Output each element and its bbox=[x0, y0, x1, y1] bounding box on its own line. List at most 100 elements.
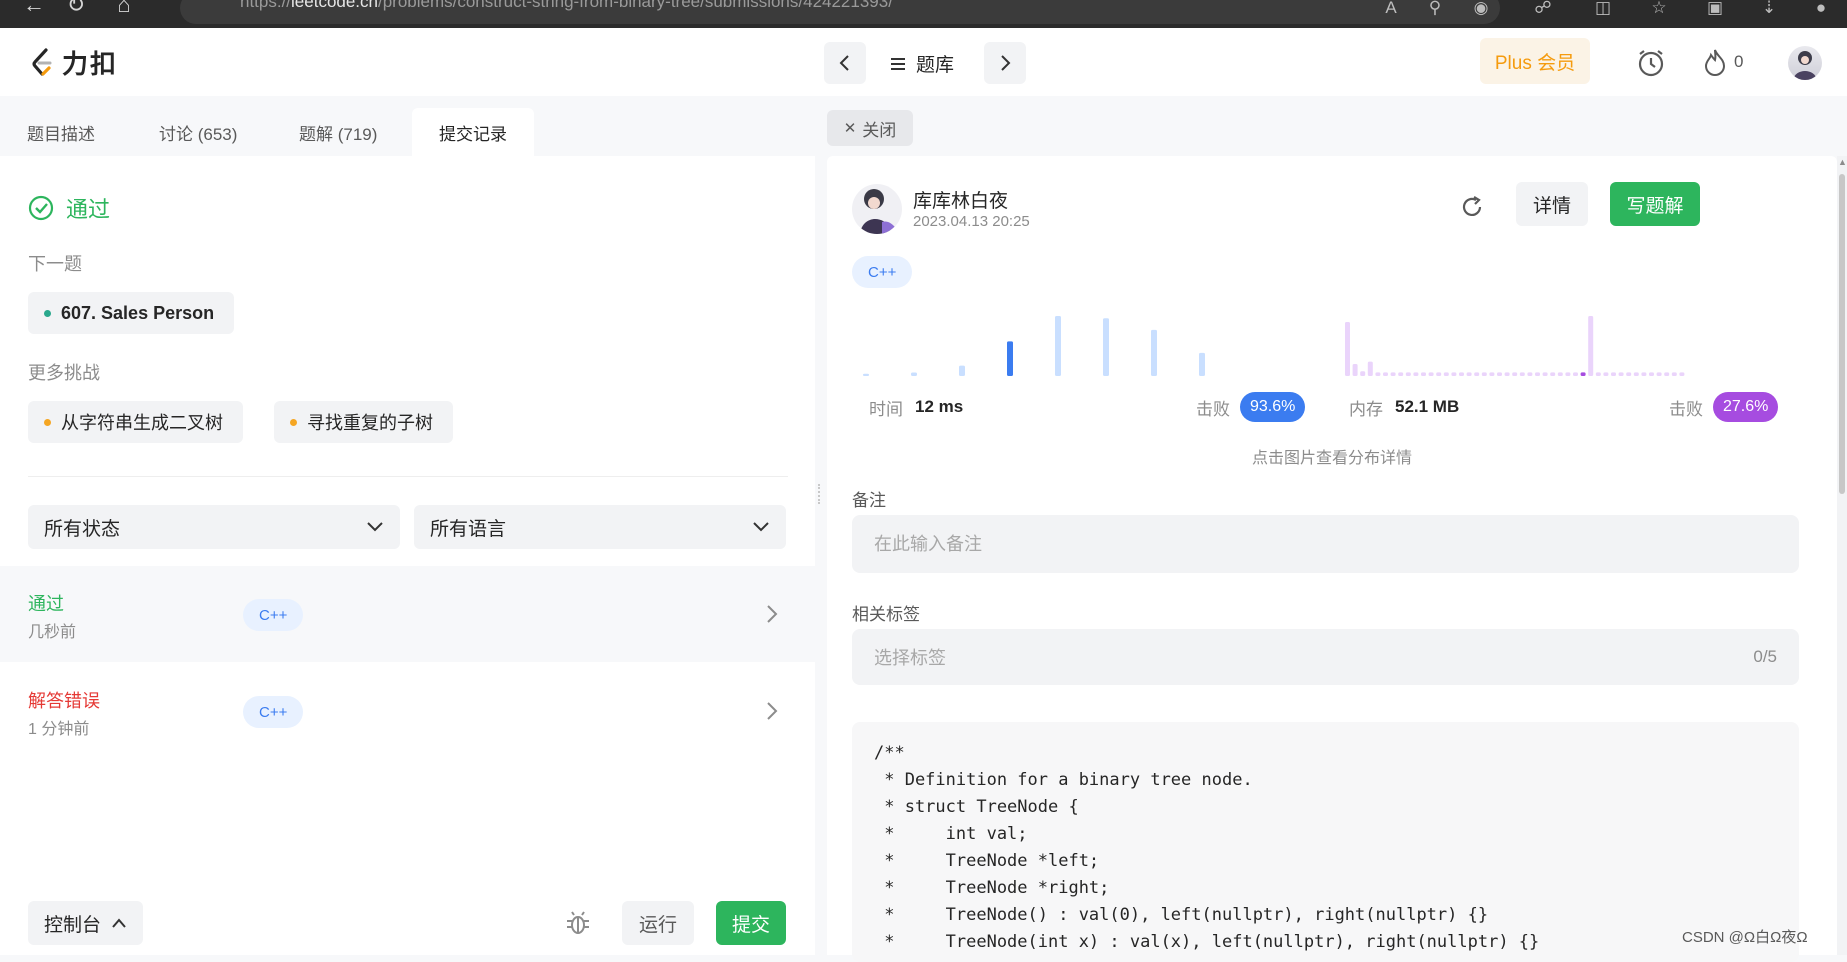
chevron-right-icon bbox=[767, 605, 778, 623]
tracking-icon[interactable]: ◉ bbox=[1470, 0, 1492, 20]
submitter-avatar bbox=[852, 184, 902, 234]
memory-distribution-chart[interactable] bbox=[1345, 308, 1715, 378]
distribution-bar bbox=[1436, 372, 1442, 376]
distribution-bar bbox=[1519, 372, 1525, 376]
difficulty-dot bbox=[44, 309, 51, 317]
user-avatar[interactable] bbox=[1788, 46, 1822, 80]
status-filter-select[interactable]: 所有状态 bbox=[28, 505, 400, 549]
runtime-beat: 击败 93.6% bbox=[1196, 392, 1306, 422]
challenge-chip[interactable]: 从字符串生成二叉树 bbox=[28, 401, 243, 443]
distribution-bar bbox=[1535, 372, 1540, 376]
challenge-title: 从字符串生成二叉树 bbox=[61, 413, 223, 433]
downloads-icon[interactable]: ⇣ bbox=[1758, 0, 1780, 20]
distribution-bar bbox=[959, 365, 965, 376]
difficulty-dot bbox=[44, 418, 51, 426]
problem-bank-label: 题库 bbox=[916, 55, 955, 76]
chevron-left-icon bbox=[839, 55, 849, 71]
alarm-clock-icon[interactable] bbox=[1636, 48, 1666, 78]
submit-button[interactable]: 提交 bbox=[716, 901, 786, 945]
back-icon[interactable]: ← bbox=[14, 0, 54, 28]
profile-icon[interactable]: ● bbox=[1810, 0, 1832, 20]
language-filter-select[interactable]: 所有语言 bbox=[414, 505, 786, 549]
note-field[interactable] bbox=[852, 515, 1799, 573]
runtime-distribution-chart[interactable] bbox=[857, 308, 1227, 378]
address-url[interactable]: https://leetcode.cn/problems/construct-s… bbox=[240, 0, 893, 12]
scrollbar[interactable]: ▲ bbox=[1837, 156, 1847, 955]
tags-count: 0/5 bbox=[1753, 647, 1777, 666]
distribution-bar bbox=[1641, 372, 1647, 376]
beat-label: 击败 bbox=[1196, 399, 1230, 419]
distribution-bar bbox=[1611, 372, 1616, 376]
split-screen-icon[interactable]: ◫ bbox=[1592, 0, 1614, 20]
distribution-bar bbox=[863, 373, 869, 376]
drag-handle[interactable] bbox=[818, 484, 822, 504]
language-badge: C++ bbox=[243, 599, 304, 631]
prev-problem-button[interactable] bbox=[824, 42, 866, 84]
refresh-icon[interactable] bbox=[1458, 193, 1486, 221]
submission-row[interactable]: 解答错误 1 分钟前 C++ bbox=[0, 663, 815, 759]
tab-discussion[interactable]: 讨论 (653) bbox=[132, 108, 264, 156]
submission-row[interactable]: 通过 几秒前 C++ bbox=[0, 566, 815, 662]
submission-time: 1 分钟前 bbox=[28, 721, 90, 738]
tags-select[interactable]: 选择标签 0/5 bbox=[852, 629, 1799, 685]
next-problem-heading: 下一题 bbox=[28, 254, 82, 274]
panel-splitter[interactable] bbox=[815, 96, 827, 955]
distribution-bar bbox=[1451, 372, 1457, 376]
distribution-bar bbox=[1375, 372, 1381, 376]
chevron-right-icon bbox=[1001, 55, 1011, 71]
more-challenges-heading: 更多挑战 bbox=[28, 363, 100, 383]
distribution-bar bbox=[1573, 372, 1578, 376]
distribution-bar bbox=[1421, 372, 1426, 376]
distribution-bar bbox=[1633, 372, 1639, 376]
plus-member-button[interactable]: Plus 会员 bbox=[1480, 38, 1590, 84]
read-aloud-icon[interactable]: A bbox=[1380, 0, 1402, 20]
tab-submissions[interactable]: 提交记录 bbox=[412, 108, 534, 156]
distribution-bar bbox=[1489, 372, 1495, 376]
leetcode-logo[interactable]: 力扣 bbox=[30, 44, 118, 81]
distribution-bar bbox=[1618, 372, 1624, 376]
code-block[interactable]: /** * Definition for a binary tree node.… bbox=[852, 722, 1799, 962]
avatar-image bbox=[1793, 51, 1817, 80]
collections-icon[interactable]: ▣ bbox=[1704, 0, 1726, 20]
submission-time: 几秒前 bbox=[28, 624, 77, 641]
favorites-icon[interactable]: ☆ bbox=[1648, 0, 1670, 20]
avatar-image bbox=[860, 189, 898, 234]
tab-solutions[interactable]: 题解 (719) bbox=[272, 108, 404, 156]
problem-bank-link[interactable]: 题库 bbox=[890, 50, 954, 77]
beat-label: 击败 bbox=[1669, 399, 1703, 419]
runtime-value: 12 ms bbox=[915, 397, 964, 416]
scroll-up-icon[interactable]: ▲ bbox=[1838, 158, 1847, 167]
distribution-bar bbox=[1103, 318, 1109, 376]
write-solution-button[interactable]: 写题解 bbox=[1610, 182, 1700, 226]
distribution-bar bbox=[1428, 372, 1434, 376]
tab-description[interactable]: 题目描述 bbox=[0, 108, 122, 156]
challenge-chip[interactable]: 寻找重复的子树 bbox=[274, 401, 453, 443]
console-label: 控制台 bbox=[44, 914, 102, 936]
next-problem-button[interactable] bbox=[984, 42, 1026, 84]
home-icon[interactable]: ⌂ bbox=[104, 0, 144, 28]
close-detail-button[interactable]: ✕ 关闭 bbox=[827, 110, 913, 146]
run-button[interactable]: 运行 bbox=[622, 901, 694, 945]
submission-status: 解答错误 bbox=[28, 691, 100, 711]
submitter-name[interactable]: 库库林白夜 bbox=[913, 186, 1008, 213]
details-button[interactable]: 详情 bbox=[1516, 182, 1588, 226]
problem-tabs: 题目描述 讨论 (653) 题解 (719) 提交记录 bbox=[0, 96, 815, 156]
site-header: 力扣 题库 Plus 会员 0 bbox=[0, 28, 1847, 96]
streak-indicator[interactable]: 0 bbox=[1704, 48, 1743, 76]
distribution-bar bbox=[1588, 316, 1594, 376]
note-input[interactable] bbox=[874, 533, 1777, 555]
debug-bug-icon[interactable] bbox=[564, 909, 592, 937]
distribution-bar bbox=[1649, 372, 1654, 376]
extensions-icon[interactable]: ☍ bbox=[1532, 0, 1554, 20]
list-icon bbox=[891, 57, 905, 70]
next-problem-chip[interactable]: 607. Sales Person bbox=[28, 292, 235, 334]
close-icon: ✕ bbox=[843, 120, 857, 137]
reload-icon[interactable]: ↻ bbox=[56, 0, 96, 28]
check-circle-icon bbox=[28, 195, 54, 221]
chart-hint: 点击图片查看分布详情 bbox=[1251, 450, 1412, 467]
distribution-bar bbox=[1542, 372, 1548, 376]
zoom-icon[interactable]: ⚲ bbox=[1424, 0, 1446, 20]
distribution-bar bbox=[1504, 372, 1510, 376]
scrollbar-thumb[interactable] bbox=[1839, 174, 1845, 494]
console-toggle-button[interactable]: 控制台 bbox=[28, 901, 144, 945]
